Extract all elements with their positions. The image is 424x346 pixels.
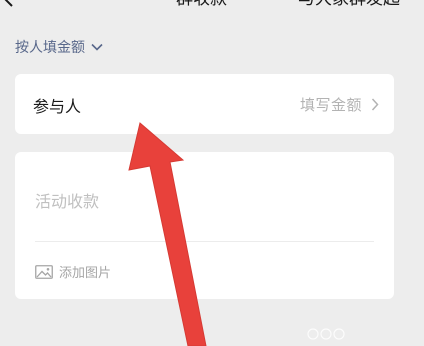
nav-bar: 群收款 与大家群发起 (0, 0, 424, 10)
split-mode-selector[interactable]: 按人填金额 (15, 36, 103, 58)
page-title: 群收款 (176, 0, 227, 9)
add-image-label: 添加图片 (59, 266, 112, 281)
amount-placeholder: 填写金额 (299, 96, 362, 114)
watermark (306, 327, 346, 344)
add-image-button[interactable]: 添加图片 (35, 262, 111, 281)
note-card: 活动收款 添加图片 (15, 152, 394, 299)
participant-row[interactable]: 参与人 填写金额 (15, 74, 394, 134)
divider (35, 241, 374, 242)
split-mode-label: 按人填金额 (15, 40, 85, 56)
paw-watermark-icon (307, 328, 345, 340)
participant-label: 参与人 (33, 97, 82, 116)
header-right-action[interactable]: 与大家群发起 (298, 0, 400, 9)
back-chevron-icon[interactable] (2, 0, 16, 8)
chevron-down-icon (91, 43, 103, 51)
note-input[interactable]: 活动收款 (35, 188, 99, 212)
image-icon (35, 264, 53, 279)
chevron-right-icon (371, 98, 379, 111)
